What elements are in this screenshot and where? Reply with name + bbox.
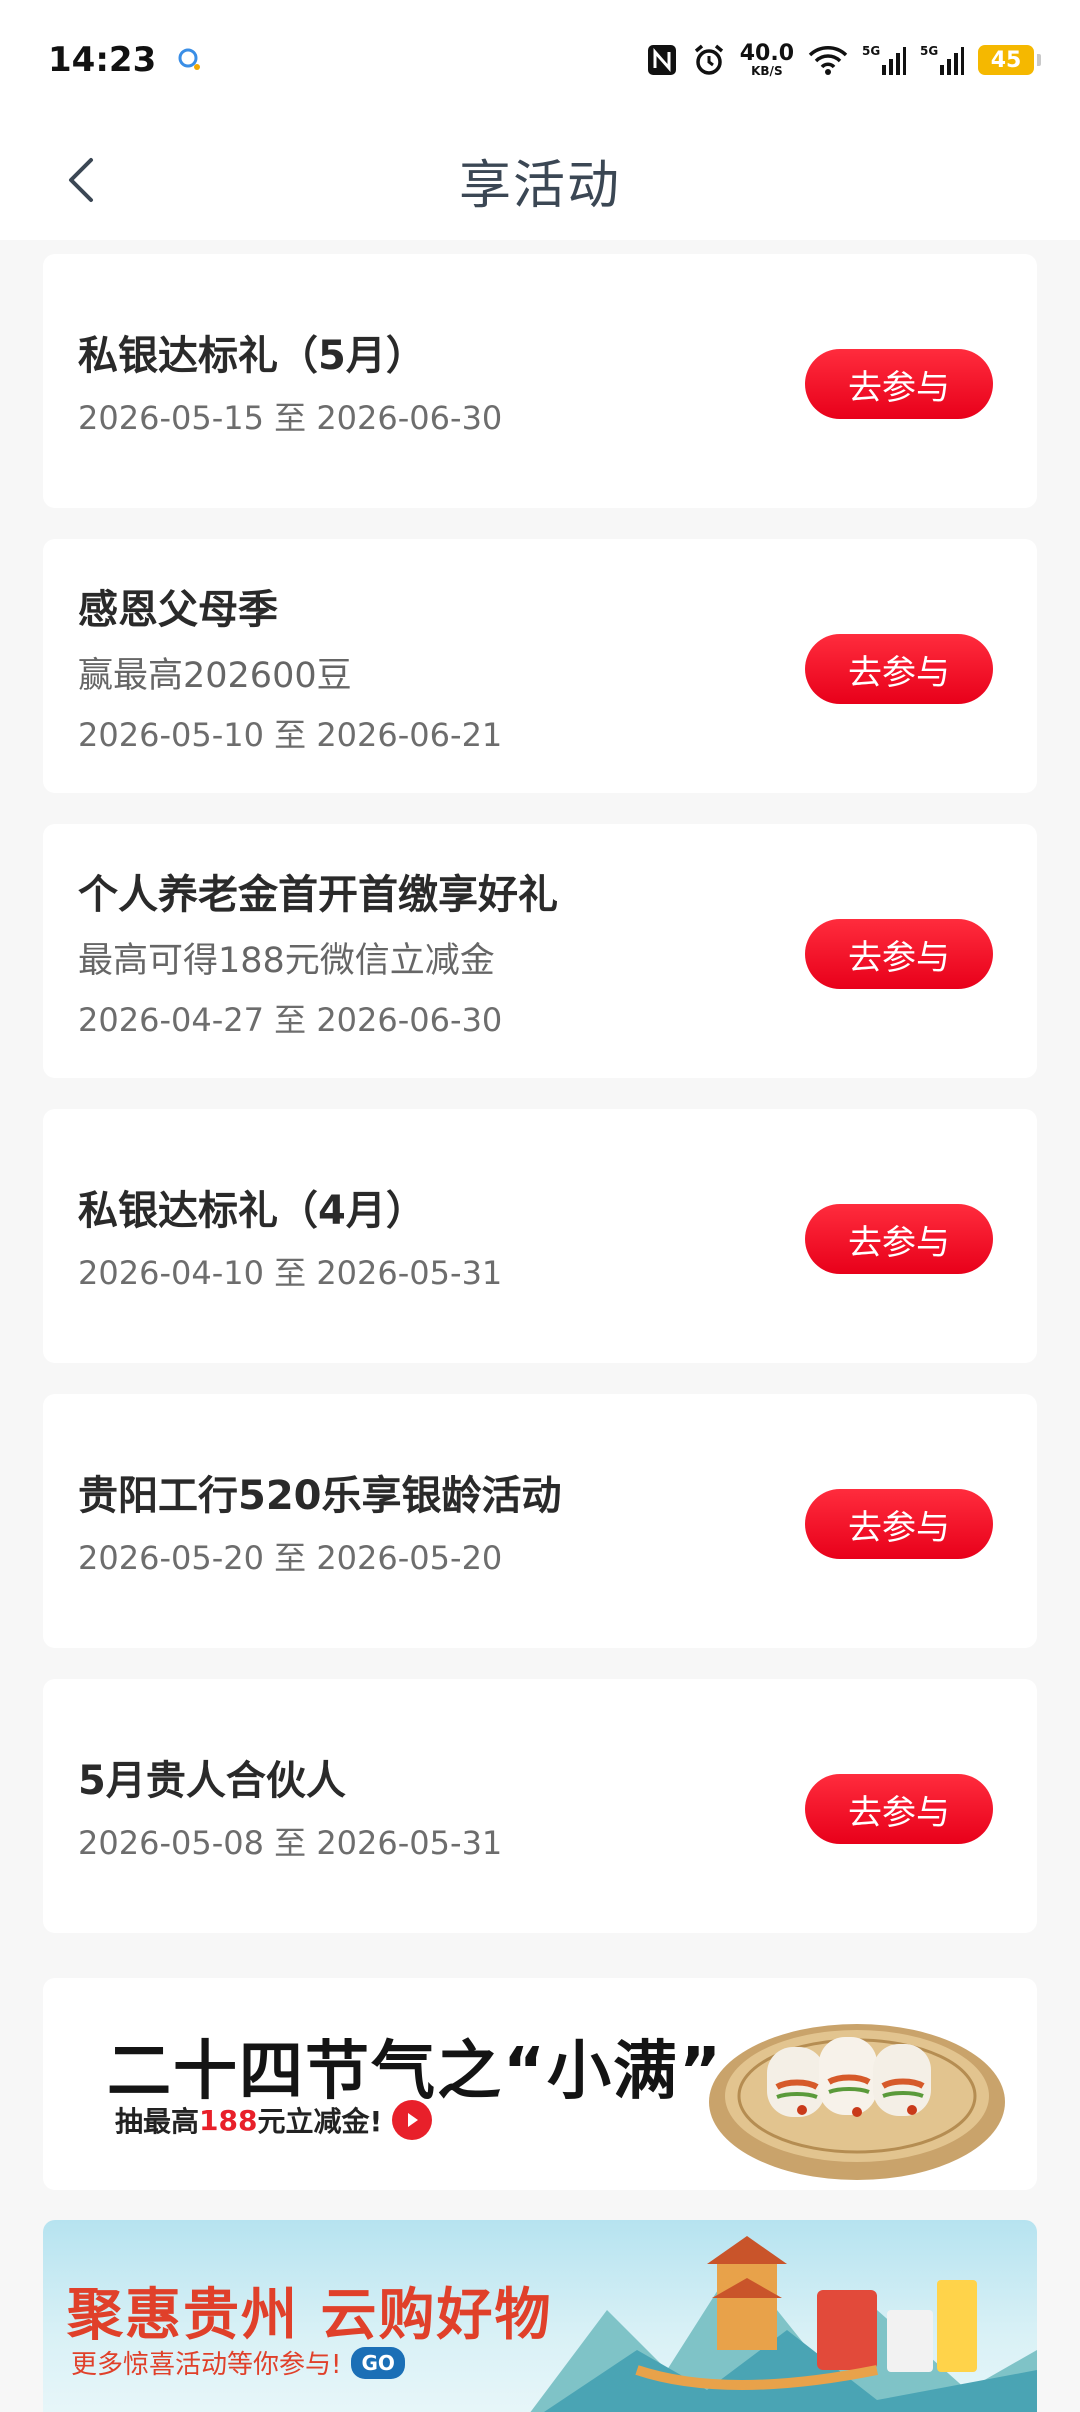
activity-card[interactable]: 私银达标礼（4月） 2026-04-10 至 2026-05-31 去参与	[43, 1109, 1037, 1363]
go-badge: GO	[351, 2346, 405, 2379]
activity-date: 2026-05-08 至 2026-05-31	[78, 1824, 503, 1862]
activity-title: 私银达标礼（5月）	[78, 333, 426, 379]
activity-card[interactable]: 个人养老金首开首缴享好礼 最高可得188元微信立减金 2026-04-27 至 …	[43, 824, 1037, 1078]
back-button[interactable]	[50, 150, 110, 210]
battery-indicator: 45	[978, 45, 1041, 75]
status-time: 14:23	[48, 40, 157, 80]
activity-subtitle: 赢最高202600豆	[78, 655, 352, 696]
join-button[interactable]: 去参与	[805, 634, 993, 704]
activity-date: 2026-04-27 至 2026-06-30	[78, 1000, 503, 1039]
signal-5g-icon: 5G	[862, 43, 906, 77]
join-button[interactable]: 去参与	[805, 1774, 993, 1844]
assistant-icon	[176, 46, 204, 74]
network-speed: 40.0 KB/S	[739, 41, 794, 78]
activity-title: 感恩父母季	[78, 586, 278, 633]
join-button[interactable]: 去参与	[805, 1489, 993, 1559]
activity-date: 2026-05-15 至 2026-06-30	[78, 399, 503, 437]
page-title: 享活动	[458, 155, 621, 216]
banner-subtitle: 抽最高 188 元立减金!	[115, 2100, 433, 2140]
signal-5g-icon-2: 5G	[920, 43, 964, 77]
activity-title: 5月贵人合伙人	[78, 1758, 346, 1804]
chevron-left-icon	[69, 158, 93, 202]
food-plate-illustration	[709, 2024, 1005, 2180]
status-bar: 14:23 40.0 KB/S 5G 5G 45	[0, 0, 1080, 120]
wifi-icon	[808, 44, 848, 76]
activity-card[interactable]: 5月贵人合伙人 2026-05-08 至 2026-05-31 去参与	[43, 1679, 1037, 1933]
solar-term-banner[interactable]: 二十四节气之“小满” 抽最高 188 元立减金!	[43, 1978, 1037, 2190]
page-header: 享活动	[0, 120, 1080, 240]
join-button[interactable]: 去参与	[805, 349, 993, 419]
alarm-icon	[692, 43, 726, 77]
nfc-icon	[646, 43, 678, 77]
activity-date: 2026-05-10 至 2026-06-21	[78, 715, 503, 754]
svg-text:5G: 5G	[920, 44, 938, 58]
activity-date: 2026-05-20 至 2026-05-20	[78, 1539, 503, 1577]
activity-title: 个人养老金首开首缴享好礼	[78, 871, 558, 918]
join-button[interactable]: 去参与	[805, 1204, 993, 1274]
banner-title: 聚惠贵州 云购好物	[67, 2283, 553, 2348]
activity-card[interactable]: 贵阳工行520乐享银龄活动 2026-05-20 至 2026-05-20 去参…	[43, 1394, 1037, 1648]
banner-subtitle: 更多惊喜活动等你参与! GO	[71, 2344, 405, 2381]
activity-date: 2026-04-10 至 2026-05-31	[78, 1254, 503, 1292]
activity-card[interactable]: 感恩父母季 赢最高202600豆 2026-05-10 至 2026-06-21…	[43, 539, 1037, 793]
activity-card[interactable]: 私银达标礼（5月） 2026-05-15 至 2026-06-30 去参与	[43, 254, 1037, 508]
landscape-illustration	[530, 2236, 1037, 2412]
activity-title: 私银达标礼（4月）	[78, 1188, 426, 1234]
banner-title: 二十四节气之“小满”	[107, 2035, 724, 2109]
join-button[interactable]: 去参与	[805, 919, 993, 989]
svg-text:5G: 5G	[862, 44, 880, 58]
play-arrow-icon	[392, 2100, 433, 2140]
activity-title: 贵阳工行520乐享银龄活动	[78, 1473, 562, 1519]
guizhou-shopping-banner[interactable]: 聚惠贵州 云购好物 更多惊喜活动等你参与! GO	[43, 2220, 1037, 2412]
activity-subtitle: 最高可得188元微信立减金	[78, 940, 495, 981]
